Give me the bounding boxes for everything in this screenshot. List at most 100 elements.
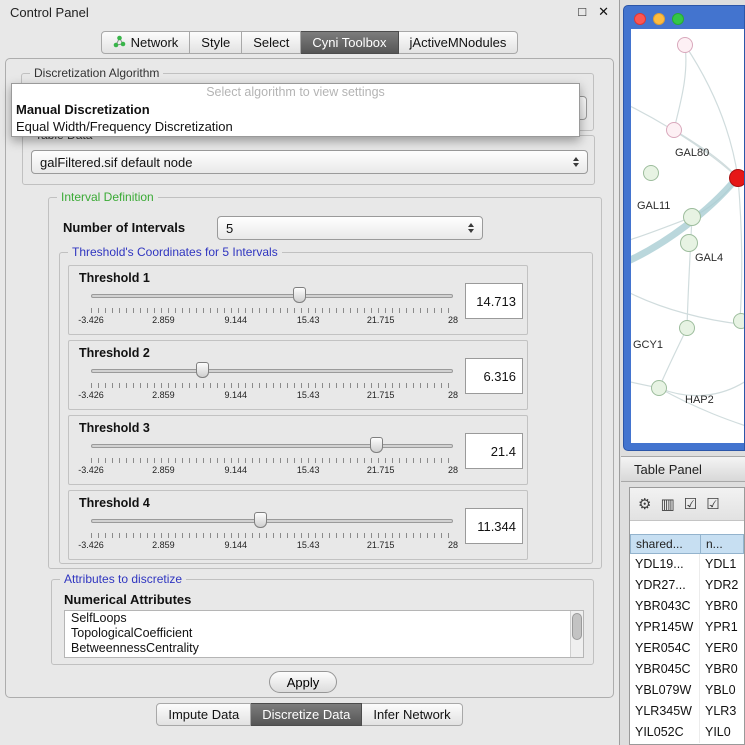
group-label: Interval Definition	[57, 190, 158, 204]
group-label: Attributes to discretize	[60, 572, 186, 586]
network-node[interactable]	[683, 208, 701, 226]
list-item[interactable]: SelfLoops	[65, 611, 583, 626]
network-view-window[interactable]: GAL80 GAL11 GAL4 GCY1 HAP2	[623, 5, 745, 451]
tick-label: 2.859	[152, 465, 175, 475]
network-canvas[interactable]: GAL80 GAL11 GAL4 GCY1 HAP2	[631, 29, 744, 443]
cell[interactable]: YIL052C	[630, 722, 700, 743]
cell[interactable]: YBR0	[700, 596, 744, 617]
gear-icon[interactable]: ⚙	[638, 495, 651, 513]
slider-tick-labels: -3.426 2.859 9.144 15.43 21.715 28	[91, 540, 453, 551]
scrollbar-thumb[interactable]	[572, 613, 582, 640]
float-window-icon[interactable]: □	[578, 4, 586, 20]
threshold-1-slider: -3.426 2.859 9.144 15.43 21.715 28	[91, 286, 453, 330]
slider-thumb[interactable]	[196, 362, 209, 378]
cell[interactable]: YDL19...	[630, 554, 700, 575]
tab-style[interactable]: Style	[190, 31, 242, 54]
columns-icon[interactable]: ▥	[660, 495, 674, 513]
select-all-icon[interactable]: ☑	[684, 495, 697, 513]
attributes-list: SelfLoops TopologicalCoefficient Between…	[64, 610, 584, 658]
dropdown-option-equal-width-frequency[interactable]: Equal Width/Frequency Discretization	[12, 118, 579, 135]
table-row[interactable]: YIL052C YIL0	[630, 722, 744, 743]
table-data-select[interactable]: galFiltered.sif default node	[31, 150, 588, 174]
list-item[interactable]: TopologicalCoefficient	[65, 626, 583, 641]
cell[interactable]: YIL0	[700, 722, 744, 743]
tick-label: 9.144	[225, 315, 248, 325]
list-item[interactable]: BetweennessCentrality	[65, 641, 583, 656]
table-row[interactable]: YLR345W YLR3	[630, 701, 744, 722]
table-row[interactable]: YER054C YER0	[630, 638, 744, 659]
table-row[interactable]: YDL19... YDL1	[630, 554, 744, 575]
network-node[interactable]	[643, 165, 659, 181]
cell[interactable]: YDR2	[700, 575, 744, 596]
tick-label: 9.144	[225, 540, 248, 550]
cell[interactable]: YBR0	[700, 659, 744, 680]
tab-impute-data[interactable]: Impute Data	[156, 703, 251, 726]
threshold-2-value-field[interactable]: 6.316	[465, 358, 523, 394]
cell[interactable]: YLR3	[700, 701, 744, 722]
mac-zoom-button[interactable]	[672, 13, 684, 25]
table-row[interactable]: YBR043C YBR0	[630, 596, 744, 617]
group-label: Threshold's Coordinates for 5 Intervals	[68, 245, 282, 259]
network-node[interactable]	[733, 313, 744, 329]
cell[interactable]: YBR043C	[630, 596, 700, 617]
tab-network[interactable]: Network	[101, 31, 191, 54]
tab-jactivemodules[interactable]: jActiveMNodules	[399, 31, 519, 54]
network-node[interactable]	[677, 37, 693, 53]
tick-label: -3.426	[78, 315, 104, 325]
attributes-scrollbar[interactable]	[570, 611, 583, 657]
tab-discretize-data[interactable]: Discretize Data	[251, 703, 362, 726]
tick-label: 9.144	[225, 465, 248, 475]
tab-infer-network[interactable]: Infer Network	[362, 703, 462, 726]
slider-thumb[interactable]	[254, 512, 267, 528]
apply-button[interactable]: Apply	[269, 671, 337, 693]
number-of-intervals-select[interactable]: 5	[217, 216, 483, 240]
threshold-3-value-field[interactable]: 21.4	[465, 433, 523, 469]
tick-label: -3.426	[78, 390, 104, 400]
threshold-4-slider: -3.426 2.859 9.144 15.43 21.715 28	[91, 511, 453, 555]
cell[interactable]: YER0	[700, 638, 744, 659]
spinner-arrows-icon	[468, 223, 474, 233]
cell[interactable]: YER054C	[630, 638, 700, 659]
column-header-name[interactable]: n...	[700, 534, 744, 554]
slider-track[interactable]	[91, 369, 453, 373]
tab-select[interactable]: Select	[242, 31, 301, 54]
network-node[interactable]	[651, 380, 667, 396]
cell[interactable]: YDR27...	[630, 575, 700, 596]
cell[interactable]: YLR345W	[630, 701, 700, 722]
slider-track[interactable]	[91, 519, 453, 523]
table-row[interactable]: YPR145W YPR1	[630, 617, 744, 638]
tab-label: Network	[131, 35, 179, 50]
table-row[interactable]: YDR27... YDR2	[630, 575, 744, 596]
tick-label: 28	[448, 315, 458, 325]
panel-title: Control Panel	[10, 5, 89, 20]
column-header-shared-name[interactable]: shared...	[630, 534, 700, 554]
mac-minimize-button[interactable]	[653, 13, 665, 25]
dropdown-option-manual-discretization[interactable]: Manual Discretization	[12, 101, 579, 118]
cell[interactable]: YDL1	[700, 554, 744, 575]
table-panel-window: ⚙ ▥ ☑ ☑ shared... n... YDL19... YDL1 YDR…	[629, 487, 745, 745]
tab-cyni-toolbox[interactable]: Cyni Toolbox	[301, 31, 398, 54]
cell[interactable]: YPR145W	[630, 617, 700, 638]
table-row[interactable]: YBR045C YBR0	[630, 659, 744, 680]
deselect-all-icon[interactable]: ☑	[706, 495, 719, 513]
cell[interactable]: YBL079W	[630, 680, 700, 701]
network-node[interactable]	[680, 234, 698, 252]
mac-close-button[interactable]	[634, 13, 646, 25]
slider-track[interactable]	[91, 444, 453, 448]
threshold-1-value-field[interactable]: 14.713	[465, 283, 523, 319]
slider-track[interactable]	[91, 294, 453, 298]
node-label: GCY1	[633, 339, 663, 351]
cell[interactable]: YBL0	[700, 680, 744, 701]
threshold-4-value-field[interactable]: 11.344	[465, 508, 523, 544]
slider-thumb[interactable]	[293, 287, 306, 303]
tick-label: -3.426	[78, 540, 104, 550]
network-node[interactable]	[679, 320, 695, 336]
slider-thumb[interactable]	[370, 437, 383, 453]
network-node[interactable]	[666, 122, 682, 138]
table-row[interactable]: YBL079W YBL0	[630, 680, 744, 701]
network-node-selected[interactable]	[729, 169, 744, 187]
close-icon[interactable]: ✕	[598, 4, 609, 20]
cell[interactable]: YPR1	[700, 617, 744, 638]
cell[interactable]: YBR045C	[630, 659, 700, 680]
tab-label: Select	[253, 35, 289, 50]
